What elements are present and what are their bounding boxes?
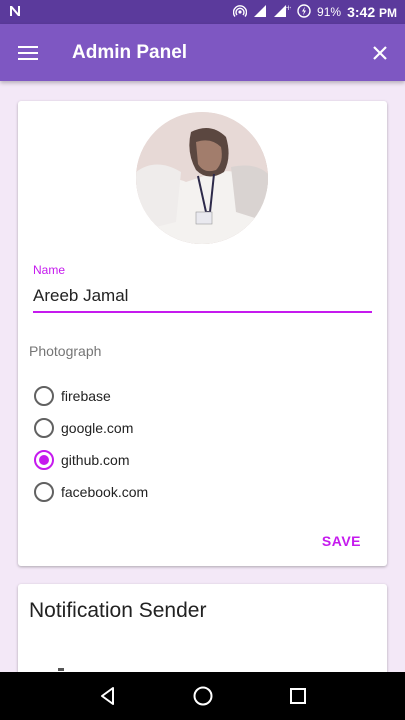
profile-avatar[interactable]: [136, 112, 268, 244]
n-notification-icon: [8, 4, 22, 21]
photograph-label: Photograph: [29, 343, 102, 359]
status-right: H+ 91% 3:42 PM: [232, 3, 397, 21]
radio-button[interactable]: [34, 418, 54, 438]
navigation-bar: [0, 672, 405, 720]
signal-icon: [253, 4, 267, 21]
back-icon: [100, 687, 114, 705]
menu-button[interactable]: [0, 25, 56, 81]
app-title: Admin Panel: [72, 41, 188, 63]
content-area[interactable]: Name Photograph firebase google.com gith…: [0, 81, 405, 672]
profile-card: Name Photograph firebase google.com gith…: [18, 101, 387, 566]
status-left: [8, 4, 22, 21]
name-input[interactable]: [33, 285, 372, 313]
radio-label: github.com: [61, 452, 130, 468]
status-bar: H+ 91% 3:42 PM: [0, 0, 405, 24]
close-button[interactable]: [355, 25, 405, 81]
menu-icon: [18, 45, 38, 60]
avatar-photo: [136, 112, 268, 244]
home-icon: [193, 686, 212, 706]
svg-text:H+: H+: [285, 6, 291, 12]
radio-option-firebase[interactable]: firebase: [34, 383, 111, 409]
app-bar: Admin Panel: [0, 24, 405, 81]
battery-percent: 91%: [317, 5, 342, 19]
radio-option-facebook[interactable]: facebook.com: [34, 479, 148, 505]
notification-sender-card: Notification Sender: [18, 584, 387, 672]
save-button[interactable]: SAVE: [322, 533, 361, 549]
partial-content-mark: [58, 668, 64, 671]
home-button[interactable]: [183, 676, 223, 716]
signal-hplus-icon: H+: [273, 4, 293, 21]
radio-button-checked[interactable]: [34, 450, 54, 470]
radio-label: firebase: [61, 388, 111, 404]
radio-button[interactable]: [34, 482, 54, 502]
clock: 3:42 PM: [347, 4, 397, 20]
notification-sender-title: Notification Sender: [29, 599, 207, 622]
battery-charging-icon: [297, 3, 311, 21]
radio-button[interactable]: [34, 386, 54, 406]
recents-button[interactable]: [278, 676, 318, 716]
radio-option-github[interactable]: github.com: [34, 447, 129, 473]
radio-option-google[interactable]: google.com: [34, 415, 133, 441]
close-icon: [373, 45, 387, 60]
name-label: Name: [33, 263, 66, 277]
recents-icon: [289, 688, 306, 704]
radio-label: google.com: [61, 420, 134, 436]
clock-time: 3:42: [347, 4, 376, 20]
clock-suffix: PM: [379, 6, 397, 20]
radio-label: facebook.com: [61, 484, 149, 500]
hotspot-icon: [232, 4, 248, 21]
back-button[interactable]: [88, 676, 128, 716]
